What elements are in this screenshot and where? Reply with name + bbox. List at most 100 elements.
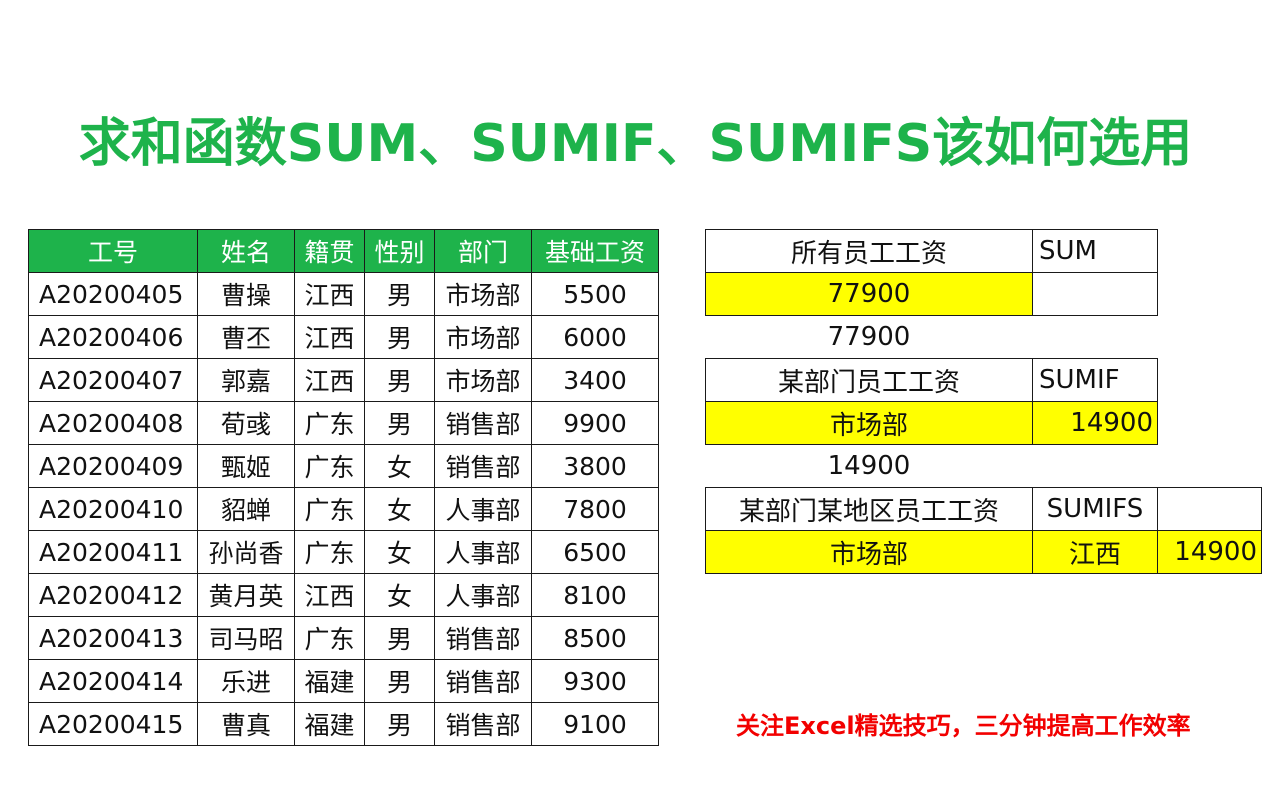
cell-department[interactable]: 销售部 [434,702,532,746]
cell-gender[interactable]: 女 [364,573,435,617]
cell-gender[interactable]: 男 [364,315,435,359]
sum-func-cell[interactable]: SUM [1032,229,1158,273]
cell-id[interactable]: A20200410 [28,487,198,531]
cell-name[interactable]: 郭嘉 [197,358,295,402]
cell-department[interactable]: 市场部 [434,272,532,316]
cell-id[interactable]: A20200411 [28,530,198,574]
cell-origin[interactable]: 广东 [294,401,365,445]
cell-department[interactable]: 销售部 [434,444,532,488]
cell-department[interactable]: 市场部 [434,315,532,359]
cell-origin[interactable]: 广东 [294,444,365,488]
sumifs-criteria1-cell[interactable]: 市场部 [705,530,1033,574]
column-header-id[interactable]: 工号 [28,229,198,273]
column-header-department[interactable]: 部门 [434,229,532,273]
cell-id[interactable]: A20200405 [28,272,198,316]
cell-salary[interactable]: 3400 [531,358,659,402]
cell-salary[interactable]: 9300 [531,659,659,703]
cell-gender[interactable]: 女 [364,444,435,488]
column-header-salary[interactable]: 基础工资 [531,229,659,273]
sumif-check-value[interactable]: 14900 [706,445,1033,488]
table-row: A20200410 貂蝉 广东女人事部 7800 [28,487,659,531]
table-row: A20200405 曹操 江西男市场部 5500 [28,272,659,316]
sumifs-func-cell[interactable]: SUMIFS [1032,487,1158,531]
sumifs-empty-cell[interactable] [1157,487,1262,531]
cell-origin[interactable]: 广东 [294,616,365,660]
cell-origin[interactable]: 江西 [294,573,365,617]
cell-salary[interactable]: 6500 [531,530,659,574]
cell-name[interactable]: 乐进 [197,659,295,703]
cell-gender[interactable]: 男 [364,659,435,703]
page-title: 求和函数SUM、SUMIF、SUMIFS该如何选用 [78,114,1193,174]
cell-gender[interactable]: 男 [364,616,435,660]
sumifs-label-cell[interactable]: 某部门某地区员工工资 [705,487,1033,531]
sumif-block: 某部门员工工资 SUMIF 市场部 14900 14900 [705,358,1158,487]
column-header-origin[interactable]: 籍贯 [294,229,365,273]
cell-name[interactable]: 荀彧 [197,401,295,445]
cell-salary[interactable]: 3800 [531,444,659,488]
table-row: A20200407 郭嘉 江西男市场部 3400 [28,358,659,402]
cell-name[interactable]: 貂蝉 [197,487,295,531]
cell-department[interactable]: 销售部 [434,659,532,703]
cell-salary[interactable]: 5500 [531,272,659,316]
sum-check-empty[interactable] [1033,316,1158,359]
cell-gender[interactable]: 男 [364,272,435,316]
cell-name[interactable]: 孙尚香 [197,530,295,574]
cell-name[interactable]: 曹真 [197,702,295,746]
column-header-gender[interactable]: 性别 [364,229,435,273]
cell-department[interactable]: 销售部 [434,401,532,445]
cell-id[interactable]: A20200415 [28,702,198,746]
sumif-check-empty[interactable] [1033,445,1158,488]
column-header-name[interactable]: 姓名 [197,229,295,273]
cell-salary[interactable]: 7800 [531,487,659,531]
cell-gender[interactable]: 男 [364,358,435,402]
cell-origin[interactable]: 江西 [294,315,365,359]
table-row: A20200408 荀彧 广东男销售部 9900 [28,401,659,445]
cell-origin[interactable]: 江西 [294,272,365,316]
sumif-result-cell[interactable]: 14900 [1032,401,1158,445]
sumifs-result-cell[interactable]: 14900 [1157,530,1262,574]
cell-origin[interactable]: 福建 [294,659,365,703]
cell-salary[interactable]: 9100 [531,702,659,746]
cell-id[interactable]: A20200413 [28,616,198,660]
cell-gender[interactable]: 男 [364,401,435,445]
cell-salary[interactable]: 9900 [531,401,659,445]
cell-origin[interactable]: 江西 [294,358,365,402]
cell-name[interactable]: 黄月英 [197,573,295,617]
sum-block: 所有员工工资 SUM 77900 77900 [705,229,1158,358]
sum-check-value[interactable]: 77900 [706,316,1033,359]
cell-department[interactable]: 人事部 [434,487,532,531]
cell-department[interactable]: 市场部 [434,358,532,402]
cell-name[interactable]: 司马昭 [197,616,295,660]
cell-salary[interactable]: 6000 [531,315,659,359]
cell-department[interactable]: 销售部 [434,616,532,660]
cell-id[interactable]: A20200414 [28,659,198,703]
cell-origin[interactable]: 广东 [294,530,365,574]
cell-id[interactable]: A20200408 [28,401,198,445]
cell-salary[interactable]: 8500 [531,616,659,660]
sum-empty-cell[interactable] [1032,272,1158,316]
table-row: A20200413 司马昭 广东男销售部 8500 [28,616,659,660]
sum-result-cell[interactable]: 77900 [705,272,1033,316]
cell-origin[interactable]: 福建 [294,702,365,746]
table-row: A20200409 甄姬 广东女销售部 3800 [28,444,659,488]
cell-gender[interactable]: 女 [364,530,435,574]
sum-label-cell[interactable]: 所有员工工资 [705,229,1033,273]
cell-department[interactable]: 人事部 [434,530,532,574]
cell-id[interactable]: A20200409 [28,444,198,488]
sumif-label-cell[interactable]: 某部门员工工资 [705,358,1033,402]
sumif-criteria-cell[interactable]: 市场部 [705,401,1033,445]
cell-name[interactable]: 曹丕 [197,315,295,359]
sumif-func-cell[interactable]: SUMIF [1032,358,1158,402]
cell-id[interactable]: A20200412 [28,573,198,617]
cell-department[interactable]: 人事部 [434,573,532,617]
cell-origin[interactable]: 广东 [294,487,365,531]
cell-name[interactable]: 曹操 [197,272,295,316]
sumifs-criteria2-cell[interactable]: 江西 [1032,530,1158,574]
cell-name[interactable]: 甄姬 [197,444,295,488]
cell-salary[interactable]: 8100 [531,573,659,617]
cell-id[interactable]: A20200407 [28,358,198,402]
cell-gender[interactable]: 男 [364,702,435,746]
table-row: A20200414 乐进 福建男销售部 9300 [28,659,659,703]
cell-id[interactable]: A20200406 [28,315,198,359]
cell-gender[interactable]: 女 [364,487,435,531]
